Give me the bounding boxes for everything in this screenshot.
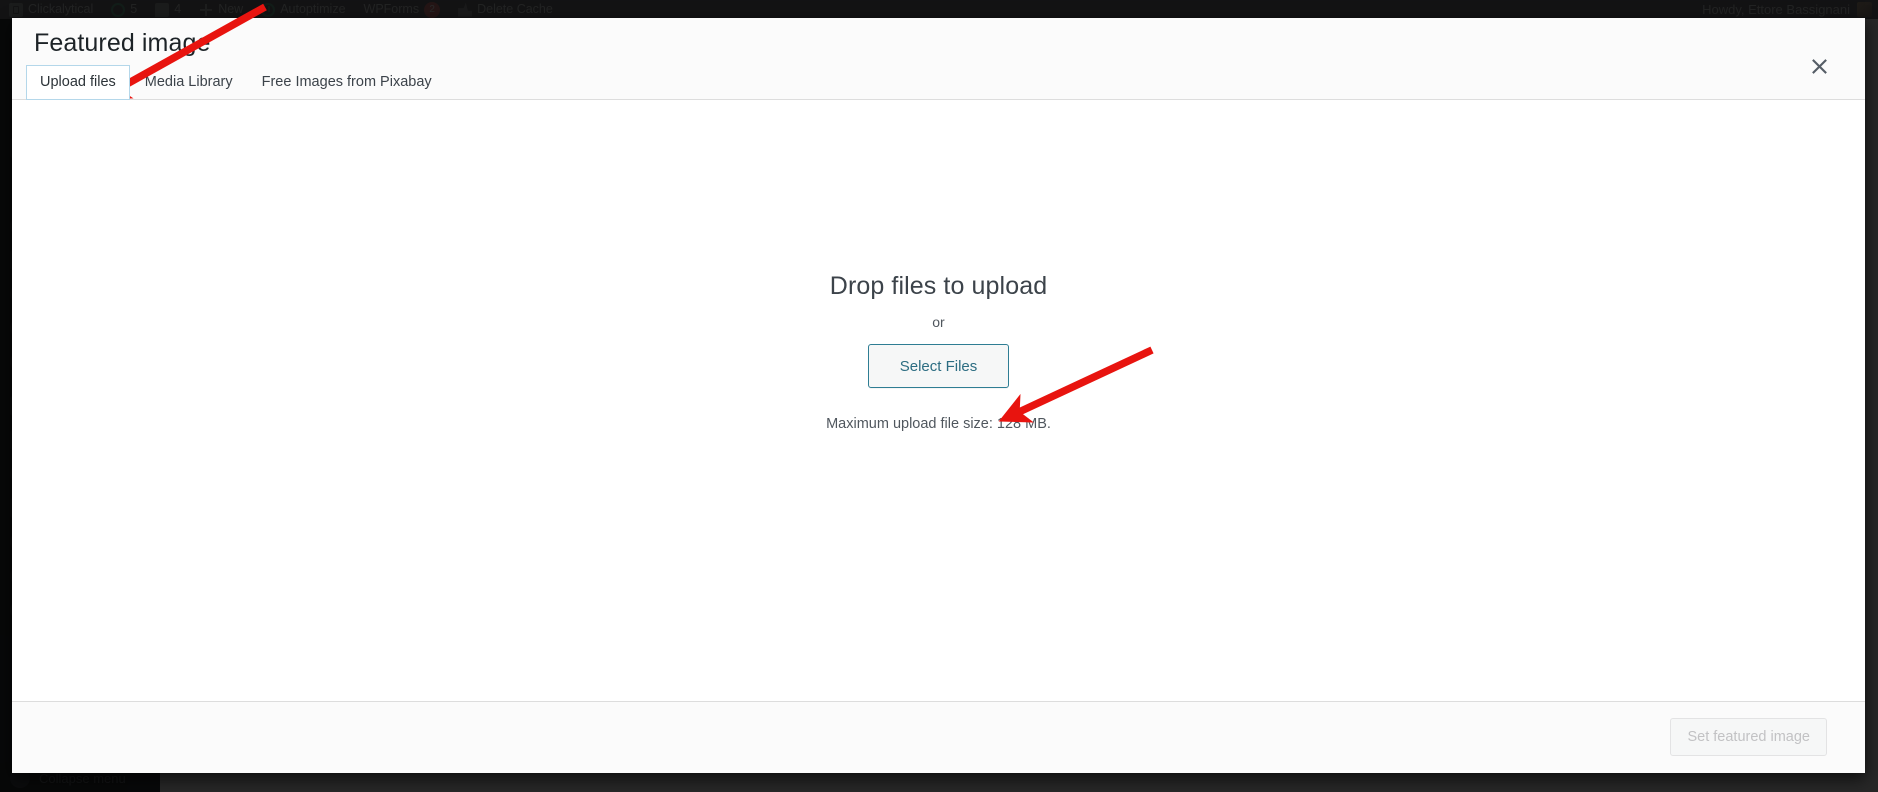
tab-media-library[interactable]: Media Library (131, 65, 247, 101)
drop-instructions-label: Drop files to upload (829, 272, 1048, 300)
page-title: Featured image (34, 29, 211, 57)
media-modal: Featured image Upload files Media Librar… (12, 18, 1865, 773)
tab-free-images-from-pixabay[interactable]: Free Images from Pixabay (248, 65, 446, 101)
modal-header: Featured image Upload files Media Librar… (12, 18, 1865, 100)
max-upload-size-label: Maximum upload file size: 128 MB. (826, 416, 1051, 432)
drop-or-label: or (932, 314, 945, 330)
modal-footer: Set featured image (12, 701, 1865, 773)
modal-tabs: Upload files Media Library Free Images f… (26, 64, 447, 100)
tab-upload-files[interactable]: Upload files (26, 64, 130, 100)
file-dropzone[interactable]: Drop files to upload or Select Files Max… (12, 100, 1865, 701)
modal-body: Drop files to upload or Select Files Max… (12, 100, 1865, 701)
close-icon[interactable] (1802, 49, 1836, 83)
select-files-button[interactable]: Select Files (868, 344, 1009, 388)
set-featured-image-button[interactable]: Set featured image (1670, 718, 1827, 756)
